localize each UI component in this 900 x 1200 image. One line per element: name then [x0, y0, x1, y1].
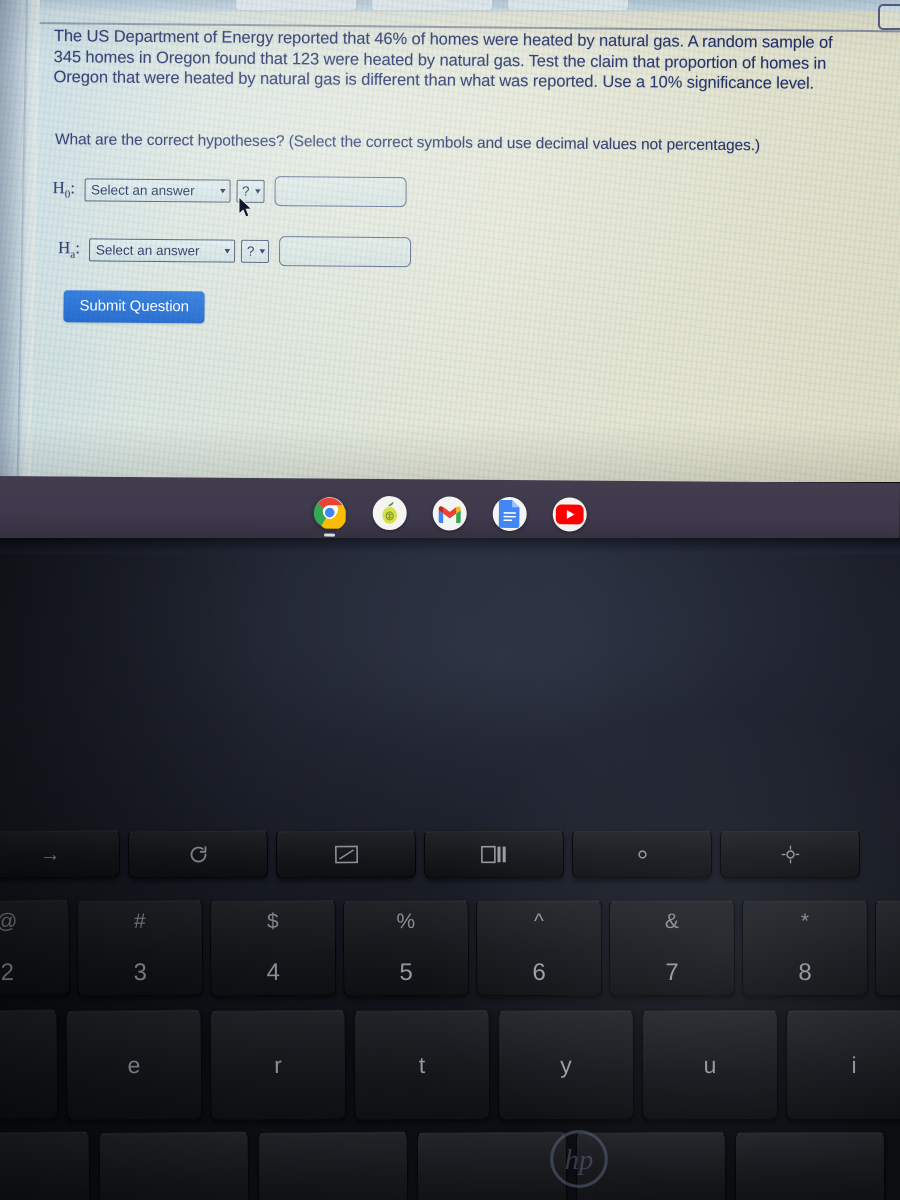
key-4[interactable]: $4	[209, 899, 337, 997]
keyboard-function-row: →	[0, 829, 861, 879]
chrome-running-indicator	[324, 533, 336, 537]
alt-operator-select[interactable]: ? ▾	[240, 239, 270, 263]
key-e[interactable]: e	[65, 1009, 203, 1121]
key-y[interactable]: y	[497, 1009, 635, 1121]
hp-logo: hp	[550, 1130, 608, 1188]
key-8[interactable]: * 8	[741, 899, 869, 997]
key-g[interactable]	[416, 1131, 568, 1200]
null-value-input[interactable]	[273, 176, 407, 208]
null-operator-select-value: ?	[242, 183, 250, 199]
browser-tab[interactable]	[372, 0, 492, 10]
forward-key[interactable]: →	[0, 829, 121, 879]
key-d[interactable]	[98, 1131, 250, 1200]
chromeos-shelf	[0, 476, 900, 546]
keyboard-number-row: @2 #3 $4 % 5 ^ 6 & 7 * 8	[0, 899, 900, 997]
gmail-icon[interactable]	[432, 496, 467, 531]
alt-parameter-select[interactable]: Select an answer ▾	[88, 237, 236, 263]
keyboard-bottom-row	[0, 1131, 886, 1200]
key-t[interactable]: t	[353, 1009, 491, 1121]
alt-hypothesis-label: Ha:	[57, 237, 81, 261]
page-right-widget[interactable]	[878, 4, 900, 30]
browser-tab[interactable]	[508, 0, 628, 10]
key-9[interactable]: (9	[875, 900, 900, 996]
overview-key[interactable]	[423, 829, 565, 879]
null-hypothesis-label: H0:	[52, 177, 76, 201]
chevron-down-icon: ▾	[219, 185, 226, 196]
quiz-page: The US Department of Energy reported tha…	[40, 26, 900, 482]
reload-key[interactable]	[127, 829, 269, 879]
brightness-down-key[interactable]	[571, 829, 713, 879]
browser-tab[interactable]	[236, 0, 356, 10]
alt-hypothesis-row: Ha: Select an answer ▾ ? ▾	[57, 234, 412, 268]
key-f[interactable]	[257, 1131, 409, 1200]
alt-operator-select-value: ?	[246, 243, 255, 259]
browser-tab-strip	[26, 0, 900, 12]
key-3[interactable]: #3	[76, 899, 204, 997]
screenshot-root: The US Department of Energy reported tha…	[0, 0, 900, 1200]
fullscreen-key[interactable]	[275, 829, 417, 879]
laptop-screen: The US Department of Energy reported tha…	[0, 0, 900, 482]
chevron-down-icon: ▾	[224, 245, 231, 256]
chevron-down-icon: ▾	[254, 185, 261, 196]
laptop-body: hp → @ 2 # 3 $ 4 % 5 ^ 6 & 7 * 8 e r t y…	[0, 538, 900, 1200]
chrome-icon[interactable]	[313, 495, 347, 537]
key-s[interactable]	[0, 1131, 91, 1200]
key-i[interactable]: i	[785, 1009, 900, 1121]
key-2[interactable]: @2	[0, 899, 71, 997]
key-6[interactable]: ^ 6	[475, 899, 603, 997]
key-w[interactable]: w	[0, 1009, 59, 1121]
keyboard: → @ 2 # 3 $ 4 % 5 ^ 6 & 7 * 8 e r t y u …	[0, 829, 900, 1200]
key-5[interactable]: % 5	[342, 899, 470, 997]
null-parameter-select[interactable]: Select an answer ▾	[83, 177, 231, 203]
svg-text:hp: hp	[565, 1145, 594, 1176]
chevron-down-icon: ▾	[259, 245, 266, 256]
alt-value-input[interactable]	[278, 236, 412, 268]
key-u[interactable]: u	[641, 1009, 779, 1121]
brightness-up-key[interactable]	[719, 829, 861, 879]
key-j[interactable]	[734, 1131, 886, 1200]
key-7[interactable]: & 7	[608, 899, 736, 997]
key-r[interactable]: r	[209, 1009, 347, 1121]
youtube-icon[interactable]	[552, 497, 587, 532]
null-hypothesis-row: H0: Select an answer ▾ ? ▾	[52, 174, 407, 208]
null-operator-select[interactable]: ? ▾	[235, 179, 265, 203]
laptop-hinge	[0, 538, 900, 554]
google-docs-icon[interactable]	[492, 496, 527, 532]
submit-question-button[interactable]: Submit Question	[63, 290, 206, 324]
question-prompt: What are the correct hypotheses? (Select…	[54, 131, 761, 155]
null-parameter-select-value: Select an answer	[91, 181, 195, 198]
alt-parameter-select-value: Select an answer	[95, 241, 200, 258]
keyboard-letter-row: w e r t y u i	[0, 1009, 900, 1121]
question-body: The US Department of Energy reported tha…	[53, 27, 833, 93]
pear-deck-icon[interactable]	[372, 495, 407, 531]
